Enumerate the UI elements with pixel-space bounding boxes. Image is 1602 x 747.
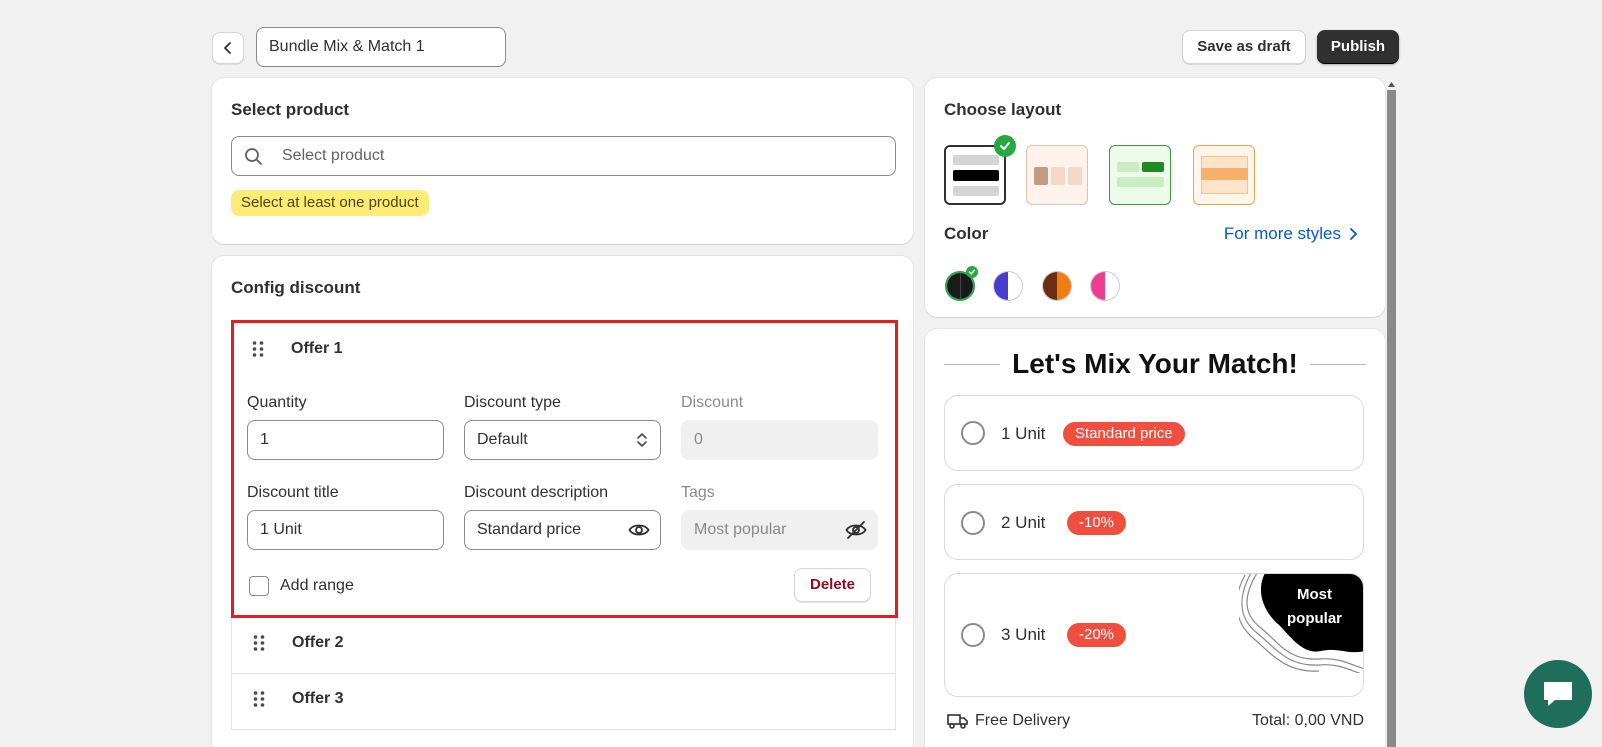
drag-handle-icon[interactable] — [252, 690, 266, 708]
more-styles-link[interactable]: For more styles — [1224, 224, 1359, 244]
discount-type-select[interactable]: Default — [464, 420, 661, 460]
layout-4-highlight — [1201, 168, 1248, 180]
config-discount-title: Config discount — [231, 278, 361, 297]
option-badge: -20% — [1067, 623, 1127, 647]
discount-type-label: Discount type — [464, 394, 561, 411]
preview-option-2[interactable]: 2 Unit -10% — [944, 484, 1364, 560]
drag-handle-icon[interactable] — [252, 634, 266, 652]
color-option-pink[interactable] — [1090, 271, 1120, 301]
option-radio[interactable] — [961, 623, 985, 647]
layout-1-bar-bottom — [953, 186, 999, 196]
product-search-input[interactable] — [282, 137, 842, 175]
color-option-orange[interactable] — [1042, 271, 1072, 301]
discount-type-value: Default — [477, 431, 528, 448]
ribbon-line-2: popular — [1287, 610, 1342, 627]
drag-handle-icon[interactable] — [251, 340, 265, 358]
option-unit: 3 Unit — [1001, 625, 1046, 644]
color-half — [1043, 272, 1057, 300]
chat-button[interactable] — [1524, 660, 1592, 728]
select-product-card: Select product Select at least one produ… — [212, 78, 913, 244]
add-range-label: Add range — [280, 577, 354, 594]
color-half — [1008, 272, 1022, 300]
option-radio[interactable] — [961, 421, 985, 445]
discount-field[interactable]: 0 — [681, 420, 878, 460]
chat-icon — [1544, 682, 1572, 706]
offer-1-panel: Offer 1 Quantity 1 Discount type Default… — [231, 320, 898, 618]
offer-1-title: Offer 1 — [291, 340, 343, 357]
layout-2-block-1 — [1034, 167, 1048, 185]
color-title: Color — [944, 224, 989, 243]
product-search-box[interactable] — [231, 136, 896, 176]
truck-icon — [947, 714, 968, 729]
option-badge: Standard price — [1063, 422, 1185, 446]
choose-layout-title: Choose layout — [944, 100, 1062, 119]
layout-option-3[interactable] — [1109, 145, 1171, 205]
chevron-right-icon — [1350, 228, 1358, 240]
preview-option-3[interactable]: 3 Unit -20% Most popular — [944, 573, 1364, 697]
offer-3-title: Offer 3 — [292, 690, 344, 707]
select-arrows-icon — [637, 432, 647, 448]
discount-description-label: Discount description — [464, 484, 609, 501]
search-icon — [245, 148, 262, 165]
selected-check-icon — [994, 135, 1016, 157]
title-divider-right — [1310, 364, 1366, 365]
discount-description-value: Standard price — [477, 521, 582, 538]
option-radio[interactable] — [961, 511, 985, 535]
quantity-field[interactable]: 1 — [247, 420, 444, 460]
layout-3-block-3 — [1117, 177, 1164, 187]
option-unit: 2 Unit — [1001, 513, 1046, 532]
color-half — [947, 273, 960, 299]
tags-placeholder: Most popular — [694, 521, 787, 538]
offer-2-row[interactable]: Offer 2 — [231, 618, 896, 674]
publish-button[interactable]: Publish — [1317, 30, 1399, 64]
discount-label: Discount — [681, 394, 744, 411]
choose-layout-card: Choose layout Color For more styles — [925, 78, 1385, 317]
offer-3-row[interactable]: Offer 3 — [231, 674, 896, 730]
total-label: Total: 0,00 VND — [1251, 712, 1364, 729]
bundle-title-input[interactable]: Bundle Mix & Match 1 — [256, 27, 506, 67]
chevron-left-icon — [224, 42, 231, 54]
option-badge: -10% — [1067, 511, 1127, 535]
layout-3-block-1 — [1117, 162, 1139, 172]
offer-2-title: Offer 2 — [292, 634, 344, 651]
color-selected-check-icon — [966, 266, 978, 278]
config-discount-card: Config discount Offer 1 Quantity 1 Disco… — [212, 256, 913, 747]
save-draft-button[interactable]: Save as draft — [1182, 30, 1306, 64]
delete-offer-button[interactable]: Delete — [794, 568, 871, 602]
color-option-purple[interactable] — [993, 271, 1023, 301]
add-range-checkbox[interactable] — [249, 576, 269, 596]
back-button[interactable] — [212, 32, 244, 64]
discount-title-label: Discount title — [247, 484, 339, 501]
free-delivery-label: Free Delivery — [975, 712, 1071, 729]
layout-2-block-3 — [1068, 167, 1082, 185]
color-half — [1091, 272, 1105, 300]
scroll-up-icon[interactable] — [1387, 80, 1396, 88]
layout-1-bar-mid — [953, 170, 999, 181]
color-half — [1057, 272, 1071, 300]
quantity-label: Quantity — [247, 394, 307, 411]
layout-option-1[interactable] — [944, 135, 1016, 205]
preview-scrollbar[interactable] — [1387, 90, 1396, 747]
warning-badge: Select at least one product — [231, 190, 429, 216]
option-unit: 1 Unit — [1001, 424, 1046, 443]
layout-1-bar-top — [953, 155, 999, 165]
preview-option-1[interactable]: 1 Unit Standard price — [944, 395, 1364, 471]
discount-title-field[interactable]: 1 Unit — [247, 510, 444, 550]
layout-option-4[interactable] — [1193, 145, 1255, 205]
eye-icon[interactable] — [628, 520, 650, 540]
preview-card: Let's Mix Your Match! 1 Unit Standard pr… — [925, 329, 1385, 747]
select-product-title: Select product — [231, 100, 350, 119]
layout-3-block-2 — [1142, 162, 1164, 172]
tags-label: Tags — [681, 484, 715, 501]
eye-off-icon[interactable] — [845, 520, 867, 540]
layout-2-block-2 — [1051, 167, 1065, 185]
discount-description-field[interactable]: Standard price — [464, 510, 661, 550]
color-half — [1105, 272, 1119, 300]
ribbon-line-1: Most — [1297, 586, 1332, 603]
tags-field[interactable]: Most popular — [681, 510, 878, 550]
more-styles-label: For more styles — [1223, 224, 1341, 243]
color-half — [994, 272, 1008, 300]
layout-option-2[interactable] — [1026, 145, 1088, 205]
